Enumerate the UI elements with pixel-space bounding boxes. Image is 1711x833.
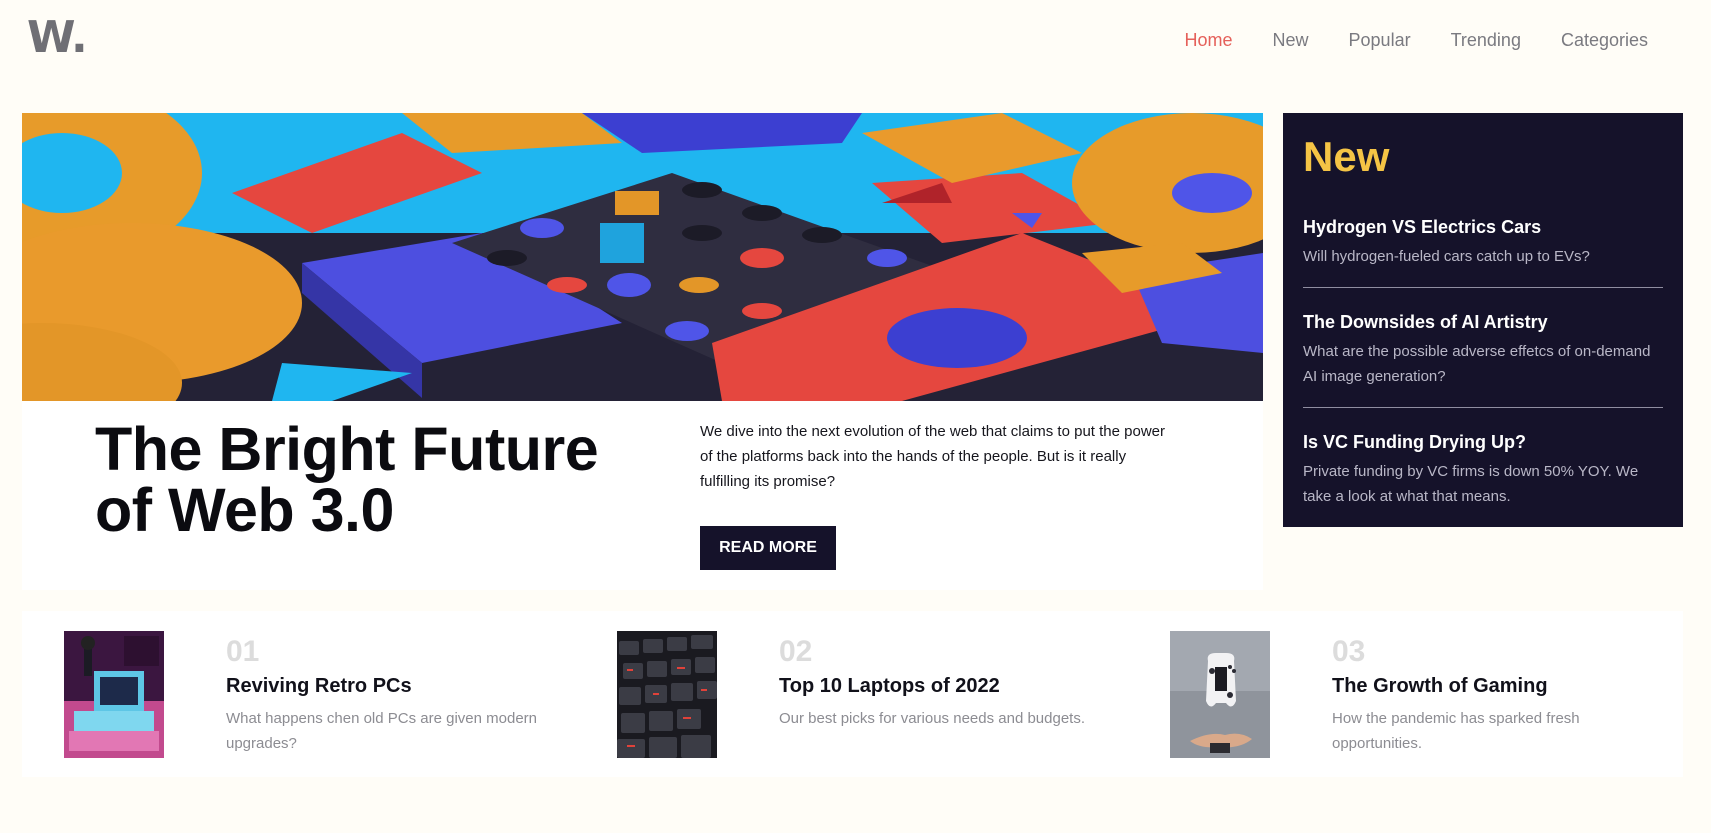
card-number: 01 (226, 635, 260, 668)
gaming-controller-thumbnail[interactable] (1170, 631, 1270, 758)
hero-abstract-blocks-image (22, 113, 1263, 401)
nav-item-popular[interactable]: Popular (1349, 30, 1411, 51)
card-item[interactable]: 02 Top 10 Laptops of 2022 Our best picks… (575, 611, 1128, 777)
card-description: What happens chen old PCs are given mode… (226, 710, 538, 752)
site-header: W. Home New Popular Trending Categories (0, 0, 1711, 84)
sidebar-article[interactable]: Hydrogen VS Electrics Cars Will hydrogen… (1303, 217, 1663, 269)
sidebar-divider (1303, 407, 1663, 408)
new-articles-sidebar: New Hydrogen VS Electrics Cars Will hydr… (1283, 113, 1683, 527)
nav-item-categories[interactable]: Categories (1561, 30, 1648, 51)
sidebar-article[interactable]: The Downsides of AI Artistry What are th… (1303, 312, 1663, 389)
sidebar-article-title[interactable]: Is VC Funding Drying Up? (1303, 432, 1663, 453)
card-item[interactable]: 01 Reviving Retro PCs What happens chen … (22, 611, 575, 777)
card-description: Our best picks for various needs and bud… (779, 710, 1086, 727)
retro-pc-image (64, 631, 164, 758)
hero-image (22, 113, 1263, 401)
site-logo[interactable]: W. (27, 12, 88, 63)
card-item[interactable]: 03 The Growth of Gaming How the pandemic… (1128, 611, 1683, 777)
sidebar-divider (1303, 287, 1663, 288)
card-number: 03 (1332, 635, 1366, 668)
card-number: 02 (779, 635, 813, 668)
sidebar-title: New (1303, 133, 1390, 180)
sidebar-article-desc: Will hydrogen-fueled cars catch up to EV… (1303, 248, 1590, 265)
gaming-controller-image (1170, 631, 1270, 758)
card-title[interactable]: Top 10 Laptops of 2022 (779, 675, 1139, 698)
nav-item-trending[interactable]: Trending (1451, 30, 1521, 51)
sidebar-article-desc: What are the possible adverse effetcs of… (1303, 343, 1651, 385)
hero-description: We dive into the next evolution of the w… (700, 423, 1165, 490)
laptop-keyboard-image (617, 631, 717, 758)
card-title[interactable]: Reviving Retro PCs (226, 675, 586, 698)
sidebar-article-title[interactable]: Hydrogen VS Electrics Cars (1303, 217, 1663, 238)
card-description: How the pandemic has sparked fresh oppor… (1332, 710, 1580, 752)
main-nav: Home New Popular Trending Categories (1145, 30, 1649, 51)
sidebar-article-title[interactable]: The Downsides of AI Artistry (1303, 312, 1663, 333)
read-more-button[interactable]: READ MORE (700, 526, 836, 570)
hero-title[interactable]: The Bright Future of Web 3.0 (95, 419, 655, 541)
nav-item-home[interactable]: Home (1185, 30, 1233, 51)
sidebar-article[interactable]: Is VC Funding Drying Up? Private funding… (1303, 432, 1663, 509)
sidebar-article-desc: Private funding by VC firms is down 50% … (1303, 463, 1639, 505)
retro-pc-thumbnail[interactable] (64, 631, 164, 758)
hero-article: The Bright Future of Web 3.0 We dive int… (22, 113, 1263, 590)
laptop-keyboard-thumbnail[interactable] (617, 631, 717, 758)
featured-cards: 01 Reviving Retro PCs What happens chen … (22, 611, 1683, 777)
card-title[interactable]: The Growth of Gaming (1332, 675, 1692, 698)
nav-item-new[interactable]: New (1273, 30, 1309, 51)
